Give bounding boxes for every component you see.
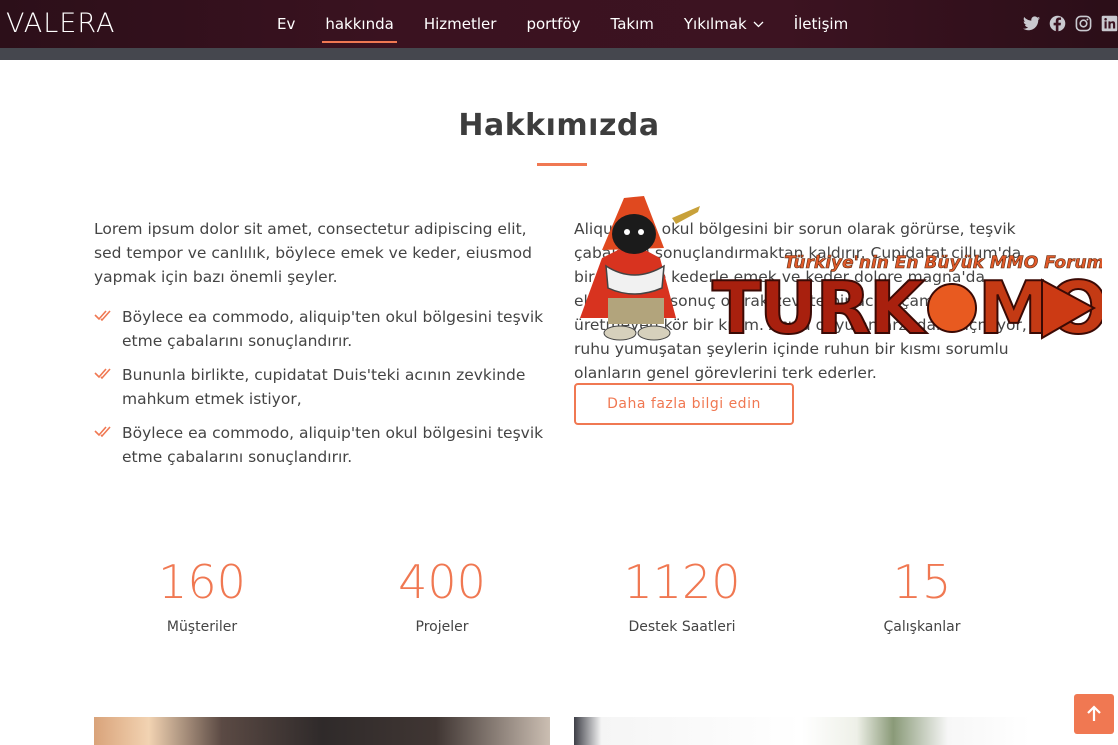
nav-item-services[interactable]: Hizmetler xyxy=(424,0,497,48)
counter-projects: 400 Projeler xyxy=(322,555,562,635)
list-item: Böylece ea commodo, aliquip'ten okul böl… xyxy=(94,305,550,353)
counter-clients: 160 Müşteriler xyxy=(82,555,322,635)
double-check-icon xyxy=(94,368,111,380)
counter-support-hours: 1120 Destek Saatleri xyxy=(562,555,802,635)
social-links xyxy=(1022,14,1118,32)
title-divider xyxy=(537,163,587,166)
nav-label: Ev xyxy=(277,15,296,33)
list-item-text: Bununla birlikte, cupidatat Duis'teki ac… xyxy=(122,366,526,408)
nav-label: Yıkılmak xyxy=(683,15,747,33)
nav-label: Takım xyxy=(610,15,654,33)
counter-value: 400 xyxy=(398,555,486,609)
nav-item-dropdown[interactable]: Yıkılmak xyxy=(684,0,764,48)
nav-label: Hizmetler xyxy=(423,15,497,33)
double-check-icon xyxy=(94,310,111,322)
about-intro-paragraph: Lorem ipsum dolor sit amet, consectetur … xyxy=(94,220,533,286)
turkmmo-watermark: Türkiye'nin En Büyük MMO Forumu TURK MO xyxy=(580,196,1102,351)
watermark-brand: TURK xyxy=(712,266,927,350)
office-photo xyxy=(574,717,1030,745)
nav-item-contact[interactable]: İletişim xyxy=(794,0,848,48)
counter-label: Müşteriler xyxy=(166,619,238,635)
learn-more-button[interactable]: Daha fazla bilgi edin xyxy=(574,383,794,425)
section-title: Hakkımızda xyxy=(458,108,660,143)
arrow-up-icon xyxy=(1087,705,1101,721)
nav-item-team[interactable]: Takım xyxy=(611,0,654,48)
counter-label: Çalışkanlar xyxy=(883,619,961,635)
main-nav: Ev hakkında Hizmetler portföy Takım Yıkı… xyxy=(262,0,863,48)
nav-item-about[interactable]: hakkında xyxy=(322,0,398,48)
double-check-icon xyxy=(94,426,111,438)
facebook-icon[interactable] xyxy=(1048,14,1066,32)
counter-value: 1120 xyxy=(623,555,741,609)
mascot-image xyxy=(580,196,700,341)
twitter-icon[interactable] xyxy=(1022,14,1040,32)
about-left-column: Lorem ipsum dolor sit amet, consectetur … xyxy=(94,217,550,479)
nav-label: İletişim xyxy=(793,15,849,33)
list-item: Böylece ea commodo, aliquip'ten okul böl… xyxy=(94,421,550,469)
counter-value: 160 xyxy=(158,555,246,609)
nav-item-portfolio[interactable]: portföy xyxy=(526,0,580,48)
list-item: Bununla birlikte, cupidatat Duis'teki ac… xyxy=(94,363,550,411)
back-to-top-button[interactable] xyxy=(1074,694,1114,734)
counter-value: 15 xyxy=(892,555,952,609)
nav-item-home[interactable]: Ev xyxy=(277,0,295,48)
feature-list: Böylece ea commodo, aliquip'ten okul böl… xyxy=(94,305,550,469)
list-item-text: Böylece ea commodo, aliquip'ten okul böl… xyxy=(122,424,544,466)
site-logo[interactable]: VALERA xyxy=(6,8,115,39)
top-navbar: VALERA Ev hakkında Hizmetler portföy Tak… xyxy=(0,0,1118,48)
linkedin-icon[interactable] xyxy=(1100,14,1118,32)
header-shadow-bar xyxy=(0,48,1118,60)
instagram-icon[interactable] xyxy=(1074,14,1092,32)
nav-label: hakkında xyxy=(325,15,394,33)
list-item-text: Böylece ea commodo, aliquip'ten okul böl… xyxy=(122,308,544,350)
counter-label: Destek Saatleri xyxy=(628,619,736,635)
counter-workers: 15 Çalışkanlar xyxy=(802,555,1042,635)
chevron-down-icon xyxy=(753,20,764,31)
team-photo xyxy=(94,717,550,745)
nav-label: portföy xyxy=(526,15,581,33)
counter-label: Projeler xyxy=(415,619,469,635)
